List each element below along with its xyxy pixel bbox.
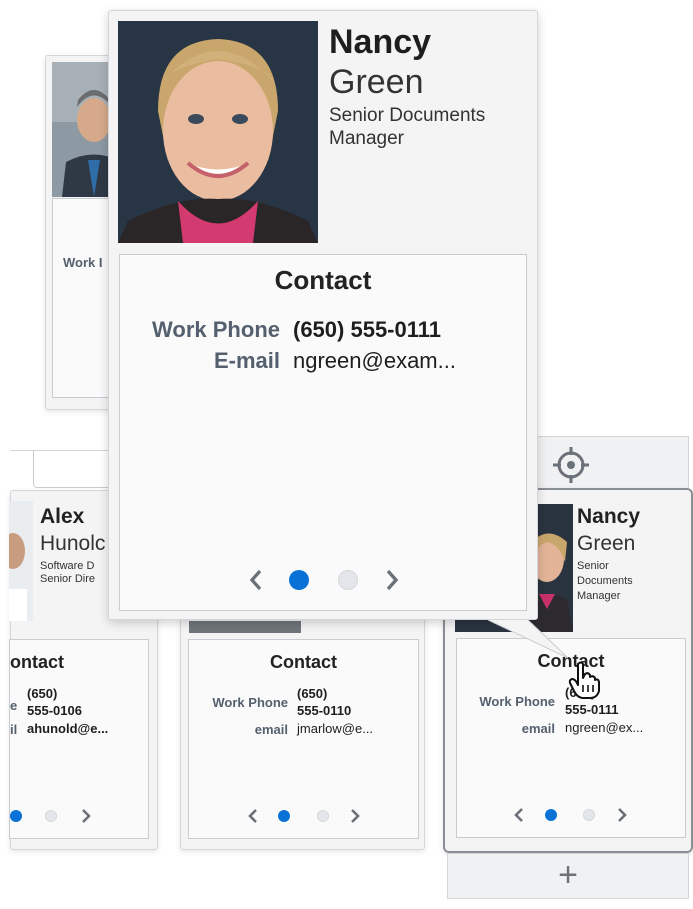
work-phone-label: Work Phone — [212, 695, 288, 710]
work-phone-label: e — [10, 698, 18, 713]
work-phone-value-line1: (650) — [27, 686, 58, 701]
avatar — [118, 21, 318, 243]
last-name: Green — [329, 63, 424, 101]
contact-heading: Contact — [270, 652, 337, 672]
page-dot-inactive[interactable] — [583, 809, 595, 821]
email-value[interactable]: ngreen@ex... — [565, 720, 643, 735]
add-button[interactable]: + — [447, 853, 689, 899]
job-title-line2: Documents — [577, 575, 633, 587]
job-title-line1: Senior Documents — [329, 105, 486, 126]
email-label: email — [254, 722, 288, 737]
crosshair-icon[interactable] — [551, 445, 591, 485]
page-dot-inactive[interactable] — [338, 570, 358, 590]
work-phone-label: Work Phone — [479, 694, 555, 709]
contact-panel: ontact e (650) 555-0106 il ahunold@e... — [9, 639, 149, 839]
plus-icon[interactable]: + — [558, 854, 578, 896]
tab-outline — [33, 450, 118, 488]
contact-heading: Contact — [274, 265, 372, 295]
job-title-line1: Senior — [577, 560, 609, 572]
work-phone-label: Work I — [63, 255, 103, 270]
popup-card: Nancy Green Senior Documents Manager Con… — [108, 10, 538, 620]
photo-strip — [189, 621, 301, 633]
email-value[interactable]: jmarlow@e... — [297, 721, 373, 736]
first-name: Nancy — [329, 23, 432, 61]
page-dot-inactive[interactable] — [45, 810, 57, 822]
crosshair-tab[interactable] — [537, 436, 689, 488]
job-title-line1: Software D — [40, 560, 95, 572]
first-name: Nancy — [577, 505, 641, 528]
job-title-line2: Senior Dire — [40, 573, 96, 585]
chevron-left-icon[interactable] — [513, 806, 525, 824]
work-phone-label: Work Phone — [152, 317, 280, 342]
page-dot-inactive[interactable] — [317, 810, 329, 822]
chevron-right-icon[interactable] — [349, 807, 361, 825]
first-name: Alex — [40, 505, 85, 528]
page-dot-active[interactable] — [289, 570, 309, 590]
page-dot-active[interactable] — [278, 810, 290, 822]
contact-panel: Contact Work Phone (650) 555-0111 E-mail… — [119, 254, 527, 611]
email-label: E-mail — [213, 348, 280, 373]
email-label: il — [10, 722, 18, 737]
last-name: Hunolc — [40, 532, 106, 555]
last-name: Green — [577, 532, 636, 555]
contact-panel: Contact Work Phone (650) 555-0110 email … — [188, 639, 419, 839]
chevron-left-icon[interactable] — [247, 807, 259, 825]
chevron-right-icon[interactable] — [384, 568, 400, 592]
email-value[interactable]: ahunold@e... — [27, 721, 108, 736]
contact-heading: ontact — [10, 652, 64, 672]
chevron-right-icon[interactable] — [616, 806, 628, 824]
page-dot-active[interactable] — [10, 810, 22, 822]
email-label: email — [521, 721, 555, 736]
work-phone-value: (650) 555-0111 — [293, 317, 442, 342]
chevron-right-icon[interactable] — [80, 807, 92, 825]
work-phone-value-line2: 555-0110 — [297, 703, 352, 718]
job-title-line2: Manager — [329, 128, 404, 149]
hand-cursor-icon — [568, 661, 600, 699]
popup-pointer — [487, 600, 588, 660]
work-phone-value-line1: (650) — [297, 686, 328, 701]
avatar — [9, 501, 33, 621]
email-value[interactable]: ngreen@exam... — [293, 348, 456, 374]
work-phone-value-line2: 555-0111 — [565, 702, 619, 717]
work-phone-value-line2: 555-0106 — [27, 703, 82, 718]
chevron-left-icon[interactable] — [248, 568, 264, 592]
page-dot-active[interactable] — [545, 809, 557, 821]
